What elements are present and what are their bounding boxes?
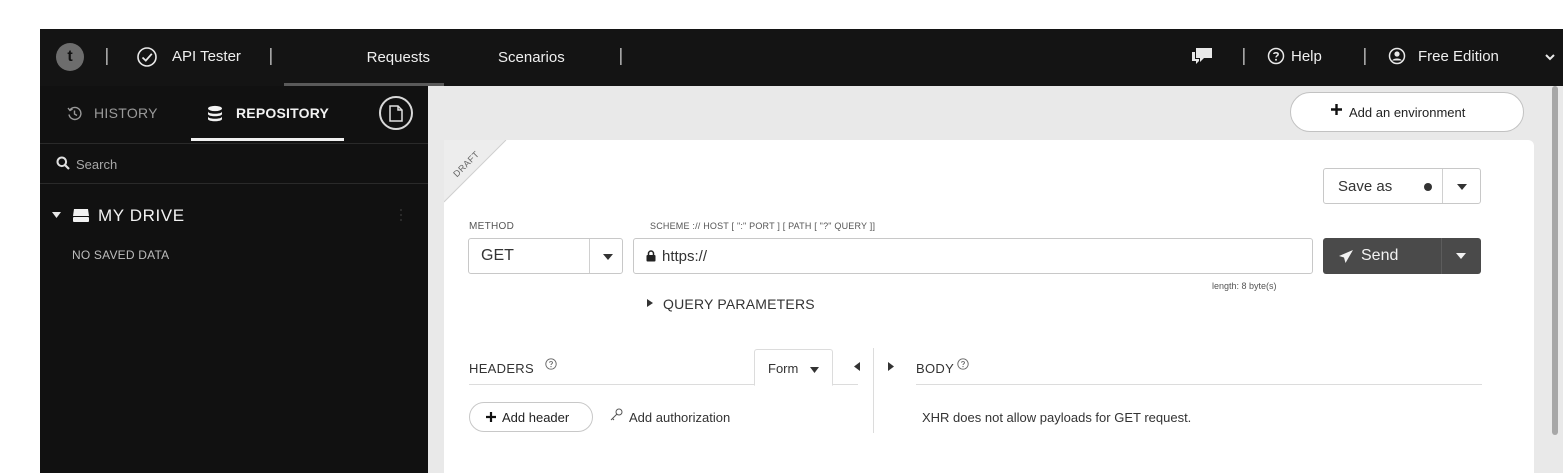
lock-icon	[646, 250, 656, 262]
panel-divider[interactable]	[873, 348, 874, 433]
method-label: METHOD	[469, 221, 515, 232]
main-panel: Add an environment DRAFT Save as METHOD …	[428, 86, 1563, 473]
app-name: API Tester	[172, 48, 241, 65]
request-card: DRAFT Save as METHOD SCHEME :// HOST [ "…	[444, 140, 1534, 473]
sidebar: HISTORY REPOSITORY MY DRIVE	[40, 86, 428, 473]
method-value: GET	[481, 247, 514, 264]
divider	[916, 384, 1482, 385]
form-label: Form	[768, 361, 799, 376]
app-logo[interactable]: t	[56, 43, 84, 71]
send-button[interactable]: Send	[1323, 238, 1481, 274]
draft-ribbon	[444, 140, 507, 203]
method-select[interactable]: GET	[468, 238, 623, 274]
plus-icon	[486, 412, 496, 422]
divider	[1441, 238, 1442, 274]
separator: |	[104, 46, 110, 66]
add-authorization-link[interactable]: Add authorization	[629, 410, 730, 425]
my-drive-folder[interactable]: MY DRIVE	[40, 198, 428, 232]
search-input[interactable]	[76, 152, 406, 176]
new-file-button[interactable]	[379, 96, 413, 130]
url-field[interactable]	[633, 238, 1313, 274]
chevron-down-icon[interactable]	[1545, 53, 1555, 61]
body-title: BODY	[916, 361, 955, 376]
help-icon[interactable]	[957, 358, 969, 370]
caret-down-icon	[810, 367, 819, 373]
more-vertical-icon[interactable]	[399, 207, 403, 223]
tab-requests[interactable]: Requests	[284, 29, 444, 86]
unsaved-dot-icon	[1424, 183, 1432, 191]
chat-icon[interactable]	[1190, 46, 1214, 66]
headers-mode-dropdown[interactable]: Form	[754, 349, 833, 386]
caret-down-icon[interactable]	[1457, 184, 1467, 190]
scheme-hint: SCHEME :// HOST [ ":" PORT ] [ PATH [ "?…	[650, 221, 876, 231]
query-parameters-toggle[interactable]: QUERY PARAMETERS	[647, 296, 815, 312]
caret-left-icon[interactable]	[854, 362, 860, 371]
tab-history[interactable]: HISTORY	[67, 105, 158, 121]
my-drive-label: MY DRIVE	[98, 206, 185, 225]
tab-scenarios[interactable]: Scenarios	[498, 29, 578, 86]
body-message: XHR does not allow payloads for GET requ…	[922, 410, 1192, 425]
sidebar-search	[40, 143, 428, 184]
caret-down-icon[interactable]	[52, 212, 61, 218]
divider	[1442, 169, 1443, 203]
add-environment-label: Add an environment	[1349, 105, 1466, 120]
separator: |	[268, 46, 274, 66]
query-parameters-label: QUERY PARAMETERS	[663, 296, 815, 312]
caret-down-icon[interactable]	[603, 254, 613, 260]
add-header-label: Add header	[502, 410, 570, 425]
tab-repository-label: REPOSITORY	[236, 105, 330, 121]
top-bar: t | API Tester | Requests Scenarios | | …	[40, 29, 1563, 86]
tab-history-label: HISTORY	[94, 105, 158, 121]
caret-right-icon[interactable]	[888, 362, 894, 371]
url-input[interactable]	[662, 245, 1292, 267]
save-as-button[interactable]: Save as	[1323, 168, 1481, 204]
tab-repository[interactable]: REPOSITORY	[207, 105, 329, 121]
help-icon[interactable]	[1267, 47, 1285, 65]
add-environment-button[interactable]: Add an environment	[1290, 92, 1524, 132]
separator: |	[1241, 46, 1247, 66]
active-tab-indicator	[191, 138, 344, 141]
separator: |	[618, 46, 624, 66]
add-header-button[interactable]: Add header	[469, 402, 593, 432]
url-length: length: 8 byte(s)	[1212, 281, 1277, 291]
key-icon	[610, 408, 623, 421]
separator: |	[1362, 46, 1368, 66]
plus-icon	[1331, 104, 1342, 115]
send-icon	[1339, 250, 1353, 263]
help-link[interactable]: Help	[1291, 48, 1322, 65]
caret-down-icon[interactable]	[1456, 253, 1466, 259]
search-icon	[56, 156, 70, 170]
sidebar-tabs: HISTORY REPOSITORY	[40, 86, 428, 141]
help-icon[interactable]	[545, 358, 557, 370]
send-label: Send	[1361, 247, 1399, 264]
divider	[589, 239, 590, 273]
drive-icon	[73, 209, 89, 222]
new-file-icon	[389, 105, 403, 122]
scrollbar[interactable]	[1552, 86, 1558, 435]
save-as-label: Save as	[1338, 178, 1393, 195]
user-icon[interactable]	[1388, 47, 1406, 65]
check-circle-icon	[137, 47, 157, 67]
edition-menu[interactable]: Free Edition	[1418, 48, 1499, 65]
headers-title: HEADERS	[469, 361, 534, 376]
empty-state-text: NO SAVED DATA	[72, 248, 170, 262]
